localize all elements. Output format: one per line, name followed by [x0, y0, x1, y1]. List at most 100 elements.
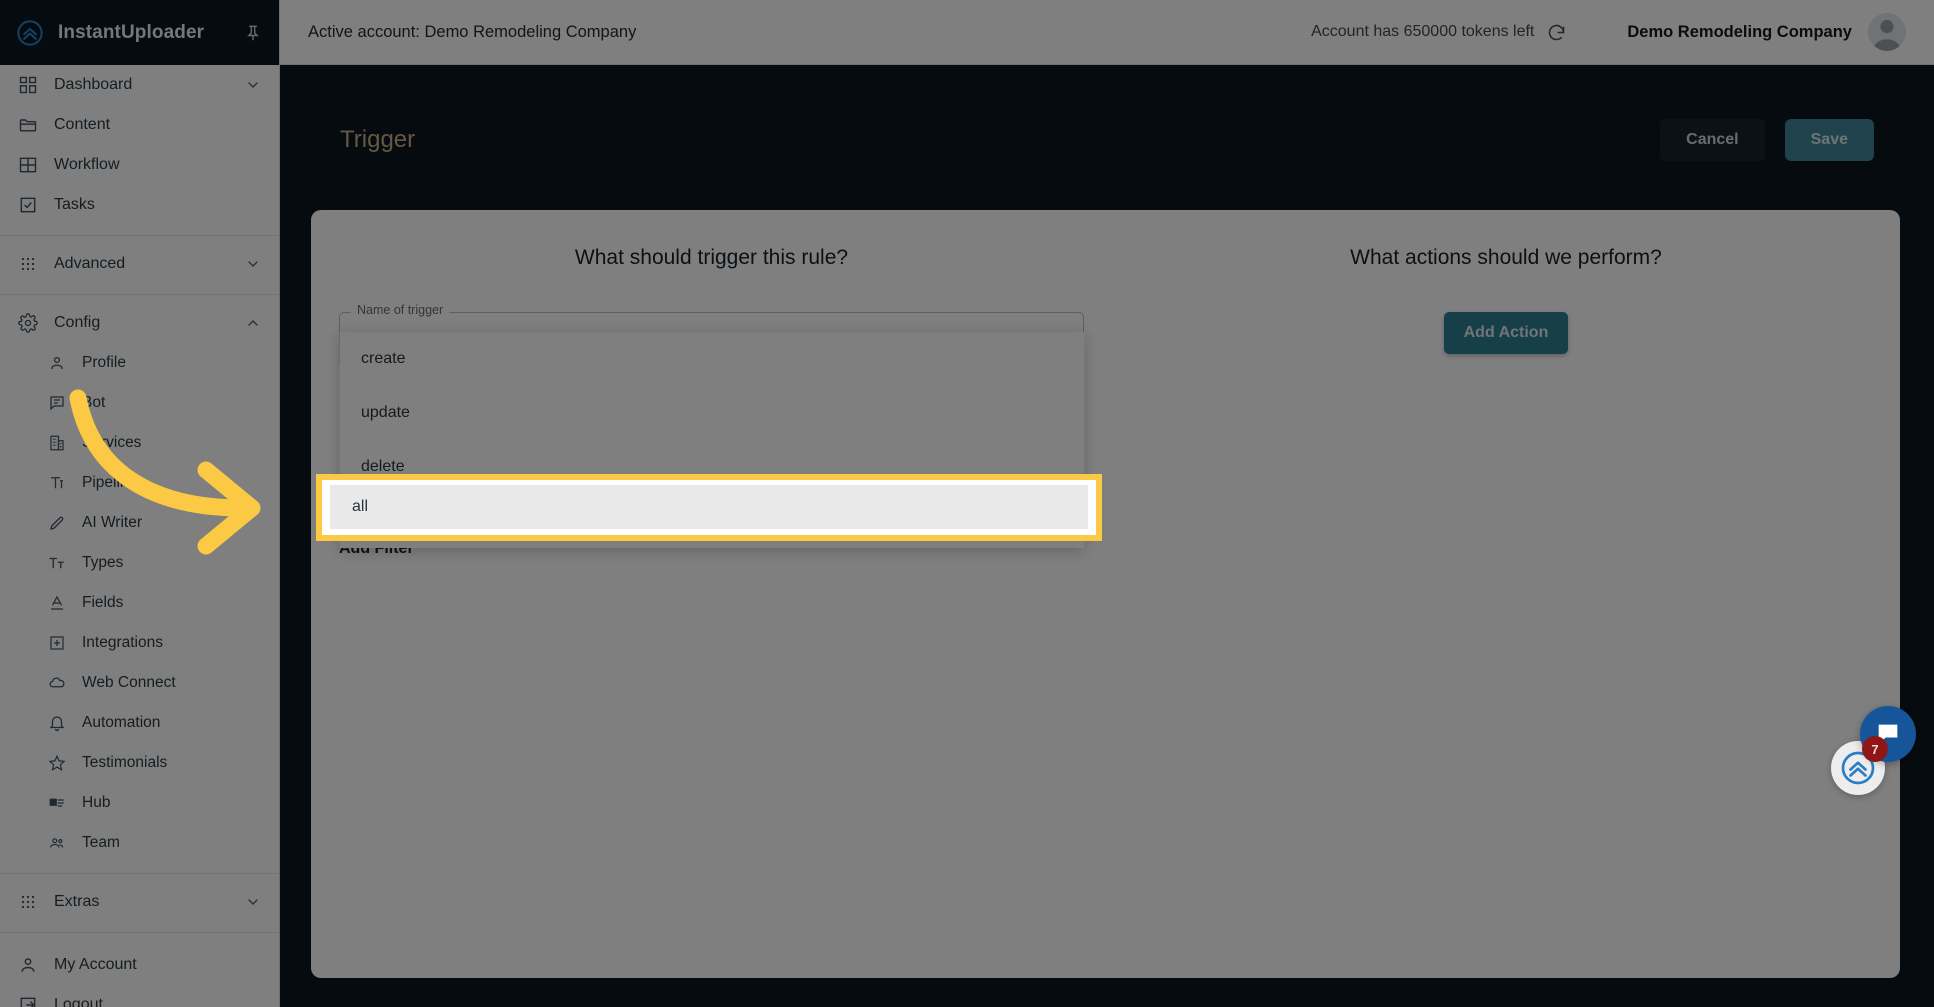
sidebar-item-testimonials[interactable]: Testimonials [0, 743, 279, 783]
person-icon [18, 955, 38, 975]
person-icon [48, 354, 66, 372]
sidebar-item-label: Integrations [82, 634, 163, 651]
dashboard-grid-icon [18, 75, 38, 95]
sidebar-item-workflow[interactable]: Workflow [0, 145, 279, 185]
sidebar: InstantUploader Dashboard Content Workfl… [0, 0, 280, 1007]
sidebar-item-label: Workflow [54, 156, 120, 173]
notification-badge: 7 [1862, 736, 1888, 762]
sidebar-item-my-account[interactable]: My Account [0, 945, 279, 985]
sidebar-item-web-connect[interactable]: Web Connect [0, 663, 279, 703]
add-action-wrapper: Add Action [1140, 312, 1872, 354]
token-counter: Account has 650000 tokens left [1311, 22, 1567, 43]
sidebar-item-config[interactable]: Config [0, 303, 279, 343]
sidebar-item-label: Dashboard [54, 76, 133, 93]
sidebar-item-label: Team [82, 834, 120, 851]
sidebar-item-label: Bot [82, 394, 106, 411]
sidebar-item-dashboard[interactable]: Dashboard [0, 65, 279, 105]
sidebar-item-tasks[interactable]: Tasks [0, 185, 279, 225]
sidebar-group-primary: Dashboard Content Workflow Tasks [0, 65, 279, 236]
folder-icon [18, 115, 38, 135]
avatar-icon [1873, 19, 1901, 51]
chevron-down-icon[interactable] [245, 77, 261, 93]
cancel-button[interactable]: Cancel [1660, 119, 1765, 161]
text-size-icon [48, 554, 66, 572]
chevron-down-icon[interactable] [245, 256, 261, 272]
save-button[interactable]: Save [1784, 119, 1874, 161]
sidebar-brand: InstantUploader [0, 0, 279, 65]
text-format-icon [48, 474, 66, 492]
sidebar-item-logout[interactable]: Logout [0, 985, 279, 1007]
building-icon [48, 434, 66, 452]
token-counter-label: Account has 650000 tokens left [1311, 23, 1535, 40]
text-underline-icon [48, 594, 66, 612]
sidebar-group-advanced: Advanced [0, 236, 279, 295]
sidebar-item-label: Profile [82, 354, 126, 371]
chevrons-up-circle-icon [16, 19, 44, 47]
page-header: Trigger Cancel Save [280, 65, 1934, 215]
sidebar-item-label: AI Writer [82, 514, 142, 531]
sidebar-item-label: Hub [82, 794, 111, 811]
app-root: InstantUploader Dashboard Content Workfl… [0, 0, 1934, 1007]
sidebar-item-integrations[interactable]: Integrations [0, 623, 279, 663]
sidebar-group-config: Config Profile Bot Services Pipelines AI… [0, 295, 279, 874]
sidebar-item-ai-writer[interactable]: AI Writer [0, 503, 279, 543]
table-icon [18, 155, 38, 175]
avatar[interactable] [1868, 13, 1906, 51]
highlight-callout: all [316, 474, 1102, 541]
sidebar-item-label: Logout [54, 996, 103, 1007]
sidebar-item-services[interactable]: Services [0, 423, 279, 463]
highlight-inner: all [330, 484, 1088, 529]
people-icon [48, 834, 66, 852]
chevron-up-icon[interactable] [245, 315, 261, 331]
chat-message-icon [48, 394, 66, 412]
plus-box-icon [48, 634, 66, 652]
cloud-icon [48, 674, 66, 692]
sidebar-item-bot[interactable]: Bot [0, 383, 279, 423]
sidebar-item-content[interactable]: Content [0, 105, 279, 145]
sidebar-item-extras[interactable]: Extras [0, 882, 279, 922]
sidebar-item-label: Extras [54, 893, 100, 910]
sidebar-item-pipelines[interactable]: Pipelines [0, 463, 279, 503]
sidebar-item-label: Testimonials [82, 754, 168, 771]
dropdown-option-all[interactable]: all [330, 484, 1088, 529]
sidebar-item-label: Content [54, 116, 111, 133]
logout-icon [18, 995, 38, 1007]
sidebar-group-footer: My Account Logout [0, 933, 279, 1007]
sidebar-item-types[interactable]: Types [0, 543, 279, 583]
sidebar-item-label: Pipelines [82, 474, 145, 491]
active-account-label: Active account: Demo Remodeling Company [308, 22, 637, 41]
media-list-icon [48, 794, 66, 812]
sidebar-item-label: Types [82, 554, 124, 571]
sidebar-item-advanced[interactable]: Advanced [0, 244, 279, 284]
sidebar-group-extras: Extras [0, 874, 279, 933]
star-icon [48, 754, 66, 772]
actions-column: What actions should we perform? Add Acti… [1112, 210, 1900, 978]
refresh-icon[interactable] [1546, 22, 1567, 43]
sidebar-item-label: Fields [82, 594, 124, 611]
pencil-icon [48, 514, 66, 532]
brand-name: InstantUploader [58, 21, 205, 43]
apps-grid-icon [18, 254, 38, 274]
chevron-down-icon[interactable] [245, 894, 261, 910]
sidebar-item-team[interactable]: Team [0, 823, 279, 863]
pin-icon[interactable] [243, 23, 263, 43]
sidebar-item-label: Web Connect [82, 674, 176, 691]
top-bar: Active account: Demo Remodeling Company … [280, 0, 1934, 65]
sidebar-item-label: Services [82, 434, 142, 451]
sidebar-item-label: Automation [82, 714, 161, 731]
sidebar-config-submenu: Profile Bot Services Pipelines AI Writer… [0, 343, 279, 863]
sidebar-item-hub[interactable]: Hub [0, 783, 279, 823]
trigger-editor-card: What should trigger this rule? Name of t… [311, 210, 1900, 978]
dropdown-option-create[interactable]: create [339, 332, 1084, 386]
sidebar-item-label: Tasks [54, 196, 95, 213]
trigger-heading: What should trigger this rule? [574, 246, 849, 269]
trigger-column: What should trigger this rule? Name of t… [311, 210, 1112, 978]
sidebar-item-fields[interactable]: Fields [0, 583, 279, 623]
dropdown-option-update[interactable]: update [339, 386, 1084, 440]
page-title: Trigger [340, 126, 416, 153]
apps-grid-icon [18, 892, 38, 912]
sidebar-item-label: My Account [54, 956, 137, 973]
add-action-button[interactable]: Add Action [1443, 312, 1569, 354]
sidebar-item-profile[interactable]: Profile [0, 343, 279, 383]
sidebar-item-automation[interactable]: Automation [0, 703, 279, 743]
